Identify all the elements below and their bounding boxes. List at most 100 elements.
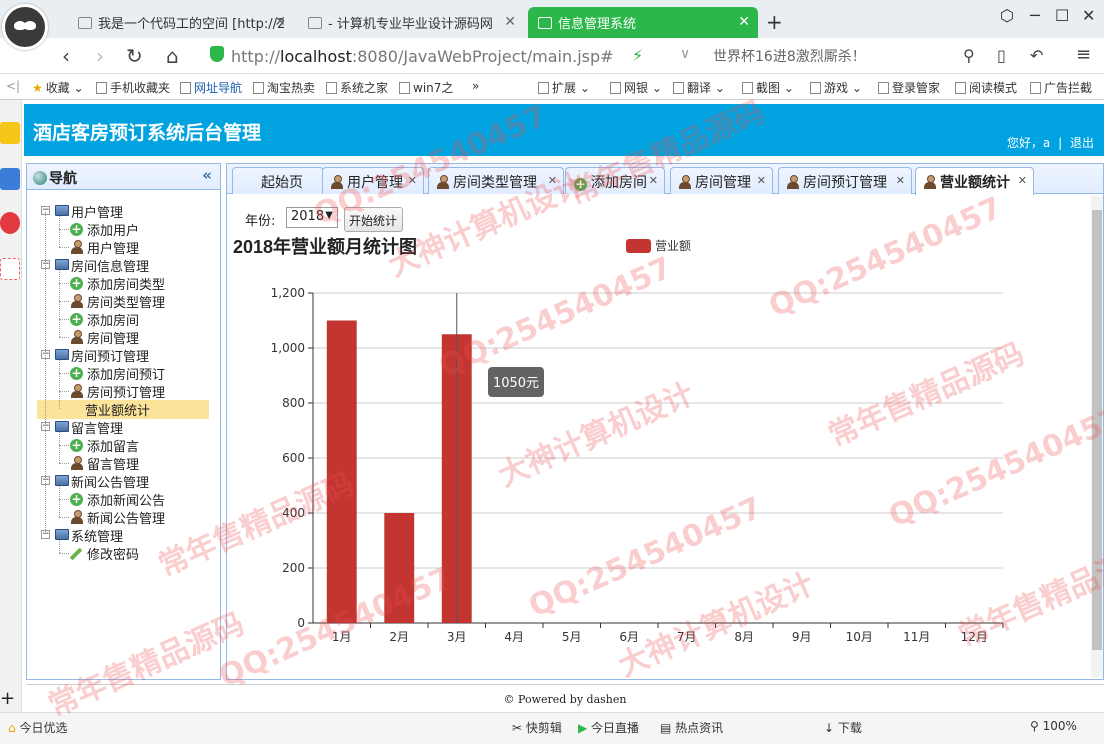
close-icon[interactable]: ✕ [896, 174, 905, 187]
browser-tab-active[interactable]: 信息管理系统 ✕ [528, 7, 758, 38]
status-item[interactable]: ▶ 今日直播 [578, 719, 639, 736]
undo-icon[interactable]: ↶ [1030, 46, 1043, 65]
dropdown-icon[interactable]: ∨ [680, 46, 690, 62]
bookmark-item[interactable]: win7之 [399, 79, 453, 96]
home-icon[interactable]: ⌂ [166, 44, 179, 68]
vertical-scrollbar[interactable] [1091, 196, 1103, 678]
tree-line [59, 553, 69, 554]
favorite-icon[interactable] [0, 122, 20, 144]
nav-item[interactable]: + 添加用户 [27, 220, 217, 239]
nav-item[interactable]: 新闻公告管理 [27, 508, 217, 527]
maximize-icon[interactable]: ☐ [1055, 6, 1069, 25]
bookmark-adblock[interactable]: 广告拦截 [1030, 79, 1092, 96]
page-icon [326, 82, 337, 94]
scrollbar-thumb[interactable] [1092, 210, 1102, 650]
status-item[interactable]: ⌂ 今日优选 [8, 719, 67, 736]
nav-item[interactable]: + 添加房间 [27, 310, 217, 329]
tab-revenue-statistics[interactable]: 营业额统计 ✕ [915, 167, 1034, 195]
page-icon [78, 17, 92, 29]
browser-logo-icon[interactable] [2, 4, 48, 50]
nav-item[interactable]: 房间管理 [27, 328, 217, 347]
close-icon[interactable]: ✕ [649, 174, 658, 187]
start-statistics-button[interactable]: 开始统计 [344, 207, 403, 232]
browser-tab[interactable]: 我是一个代码工的空间 [http://2 ✕ [68, 7, 294, 38]
bookmark-item[interactable]: ★ 收藏 ⌄ [32, 79, 84, 96]
logout-link[interactable]: 退出 [1070, 136, 1094, 150]
nav-item[interactable]: + 添加房间类型 [27, 274, 217, 293]
sidebar-toggle-icon[interactable]: <| [6, 79, 20, 93]
bookmark-item[interactable]: 手机收藏夹 [96, 79, 170, 96]
add-icon[interactable]: + [0, 688, 20, 710]
nav-group[interactable]: − 用户管理 [27, 202, 217, 221]
close-icon[interactable]: ✕ [757, 174, 766, 187]
close-icon[interactable]: ✕ [738, 14, 750, 30]
nav-item-label: 房间预订管理 [87, 386, 166, 401]
close-icon[interactable]: ✕ [408, 174, 417, 187]
forward-icon[interactable]: › [96, 44, 104, 68]
nav-item[interactable]: 留言管理 [27, 454, 217, 473]
nav-group[interactable]: − 房间预订管理 [27, 346, 217, 365]
computer-icon [55, 475, 69, 486]
bookmark-translate[interactable]: 翻译 ⌄ [673, 79, 725, 96]
status-item[interactable]: ✂ 快剪辑 [512, 719, 562, 736]
nav-item[interactable]: 用户管理 [27, 238, 217, 257]
bookmark-game[interactable]: 游戏 ⌄ [810, 79, 862, 96]
nav-item[interactable]: + 添加新闻公告 [27, 490, 217, 509]
status-item[interactable]: ▤ 热点资讯 [660, 719, 723, 736]
mail-icon[interactable] [0, 258, 20, 280]
nav-item[interactable]: + 添加房间预订 [27, 364, 217, 383]
nav-item[interactable]: 房间预订管理 [27, 382, 217, 401]
phone-icon[interactable]: ▯ [997, 46, 1006, 65]
close-icon[interactable]: ✕ [274, 14, 286, 30]
search-icon[interactable]: ⚲ [963, 46, 975, 65]
speed-icon[interactable]: ⚡ [632, 46, 643, 65]
tab-user-management[interactable]: 用户管理 ✕ [322, 167, 424, 194]
bookmark-reader[interactable]: 阅读模式 [955, 79, 1017, 96]
minimize-icon[interactable]: ─ [1030, 6, 1040, 25]
window-close-icon[interactable]: ✕ [1082, 6, 1095, 25]
bookmark-item[interactable]: 淘宝热卖 [253, 79, 315, 96]
tab-room-booking-management[interactable]: 房间预订管理 ✕ [778, 167, 912, 194]
bookmarks-more[interactable]: » [472, 79, 479, 93]
nav-item[interactable]: 修改密码 [27, 544, 217, 563]
nav-group[interactable]: − 新闻公告管理 [27, 472, 217, 491]
y-tick-label: 200 [282, 561, 305, 575]
tab-home[interactable]: 起始页 [232, 167, 324, 194]
skin-icon[interactable]: ⬡ [1000, 6, 1014, 25]
url-input[interactable]: http://localhost:8080/JavaWebProject/mai… [205, 42, 695, 70]
add-icon: + [70, 222, 83, 236]
search-hint[interactable]: 世界杯16进8激烈厮杀！ [713, 46, 866, 66]
x-tick-label: 5月 [562, 630, 582, 644]
news-icon[interactable] [0, 168, 20, 190]
bookmark-item[interactable]: 系统之家 [326, 79, 388, 96]
close-icon[interactable]: ✕ [548, 174, 557, 187]
year-select[interactable]: 2018 ▼ [286, 207, 338, 228]
nav-group[interactable]: − 房间信息管理 [27, 256, 217, 275]
new-tab-button[interactable]: + [766, 10, 783, 34]
tab-room-type-management[interactable]: 房间类型管理 ✕ [428, 167, 564, 194]
nav-group[interactable]: − 系统管理 [27, 526, 217, 545]
reload-icon[interactable]: ↻ [126, 44, 143, 68]
close-icon[interactable]: ✕ [504, 14, 516, 30]
collapse-icon[interactable]: « [202, 166, 212, 184]
nav-item[interactable]: + 添加留言 [27, 436, 217, 455]
close-icon[interactable]: ✕ [1018, 174, 1027, 187]
tab-add-room[interactable]: + 添加房间 ✕ [565, 167, 665, 194]
weibo-icon[interactable] [0, 212, 20, 234]
nav-group[interactable]: − 留言管理 [27, 418, 217, 437]
zoom-level[interactable]: ⚲ 100% [1030, 719, 1077, 733]
browser-tab[interactable]: - 计算机专业毕业设计源码网 ✕ [298, 7, 524, 38]
bookmark-screenshot[interactable]: 截图 ⌄ [742, 79, 794, 96]
add-icon: + [70, 438, 83, 452]
nav-item[interactable]: 房间类型管理 [27, 292, 217, 311]
back-icon[interactable]: ‹ [62, 44, 70, 68]
bookmark-extension[interactable]: 扩展 ⌄ [538, 79, 590, 96]
status-item[interactable]: ↓ 下载 [824, 719, 862, 736]
bookmark-bank[interactable]: 网银 ⌄ [610, 79, 662, 96]
tab-room-management[interactable]: 房间管理 ✕ [670, 167, 773, 194]
bookmark-login[interactable]: 登录管家 [878, 79, 940, 96]
menu-icon[interactable]: ≡ [1076, 44, 1091, 65]
status-bar: ⌂ 今日优选 ✂ 快剪辑 ▶ 今日直播 ▤ 热点资讯 ↓ 下载 ⚲ 100% [0, 712, 1104, 744]
nav-item[interactable]: 营业额统计 [27, 400, 217, 419]
bookmark-item[interactable]: 网址导航 [180, 79, 242, 96]
